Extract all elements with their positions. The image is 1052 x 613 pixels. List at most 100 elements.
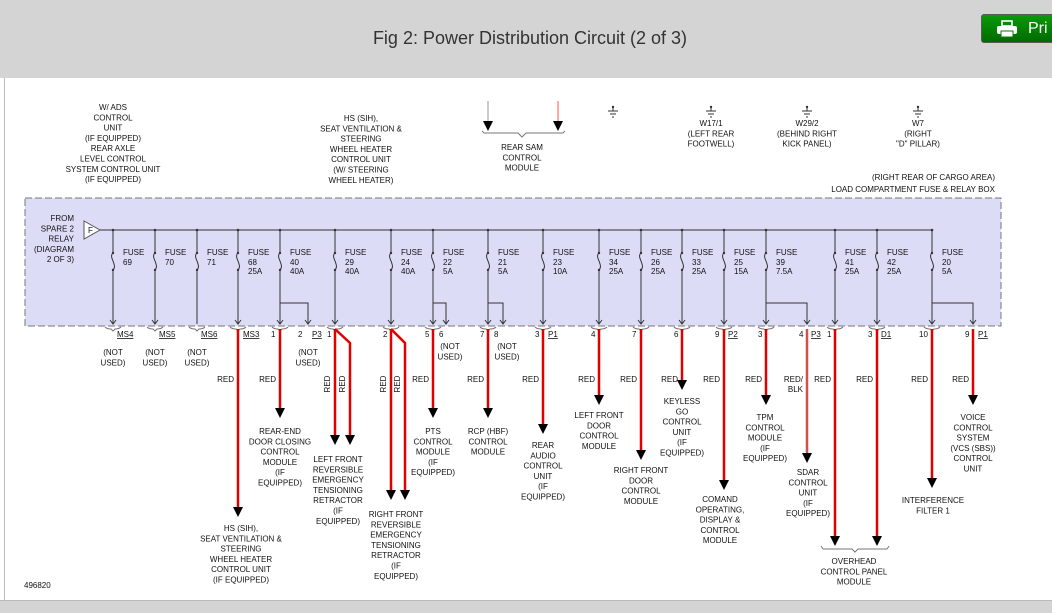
- arrow-icon: [553, 121, 563, 131]
- connector-pin-label: 4: [799, 330, 804, 339]
- top-component-label: HS (SIH),: [344, 114, 378, 123]
- top-component-label: WHEEL HEATER: [330, 145, 392, 154]
- wire-destination-label: RCP (HBF): [468, 427, 509, 436]
- wire-destination-label: HS (SIH),: [224, 524, 258, 533]
- wire-destination-label: STEERING: [221, 545, 262, 554]
- wire-destination-label: REAR: [532, 441, 554, 450]
- fuse-rating: 25A: [609, 267, 624, 276]
- rear-sam-label: CONTROL: [502, 153, 542, 162]
- rear-sam-label: REAR SAM: [501, 143, 543, 152]
- wire-color-label: RED: [393, 375, 402, 392]
- arrow-icon: [330, 435, 340, 445]
- fuse-number: 34: [609, 258, 618, 267]
- not-used-label: (NOT: [298, 348, 318, 357]
- connector-bracket: [820, 545, 890, 553]
- wire-destination-label: (IF: [428, 458, 438, 467]
- ground-label: (LEFT REAR: [688, 129, 735, 138]
- wire-destination-label: WHEEL HEATER: [210, 555, 272, 564]
- wire-color-label: RED: [814, 375, 831, 384]
- fuse-rating: 10A: [553, 267, 568, 276]
- fuse-label: FUSE: [248, 248, 269, 257]
- connector-pin-label: 3: [758, 330, 763, 339]
- fuse-terminal: [195, 251, 199, 255]
- not-used-label: USED): [438, 352, 463, 361]
- fuse-label: FUSE: [692, 248, 713, 257]
- fuse-label: FUSE: [553, 248, 574, 257]
- wire-destination-label: COMAND: [702, 495, 738, 504]
- fuse-number: 22: [443, 258, 452, 267]
- source-label: RELAY: [48, 235, 74, 244]
- fuse-number: 23: [553, 258, 562, 267]
- wire-destination-label: AUDIO: [530, 451, 555, 460]
- not-used-label: USED): [143, 358, 168, 367]
- wire-destination-label: CONTROL: [621, 487, 661, 496]
- not-used-label: (NOT: [103, 348, 123, 357]
- wire-destination-label: SYSTEM: [957, 434, 990, 443]
- fuse-terminal: [333, 251, 337, 255]
- fuse-label: FUSE: [498, 248, 519, 257]
- not-used-label: (NOT: [187, 348, 207, 357]
- wire-color-label: RED: [578, 375, 595, 384]
- wire-destination-label: INTERFERENCE: [902, 496, 964, 505]
- fuse-rating: 40A: [345, 267, 360, 276]
- fuse-rating: 40A: [401, 267, 416, 276]
- wire-destination-label: UNIT: [964, 465, 983, 474]
- wire-destination-label: EQUIPPED): [411, 468, 455, 477]
- fuse-rating: 25A: [845, 267, 860, 276]
- wire-destination-label: DISPLAY &: [700, 516, 741, 525]
- connector-pin-label: 1: [327, 330, 332, 339]
- wire-destination-label: EQUIPPED): [660, 449, 704, 458]
- connector-pin-label: 7: [480, 330, 485, 339]
- wire-destination-label: FILTER 1: [916, 506, 950, 515]
- arrow-icon: [275, 408, 285, 418]
- fuse-number: 24: [401, 258, 410, 267]
- wire-destination-label: GO: [676, 407, 688, 416]
- fuse-terminal: [680, 251, 684, 255]
- wire-destination-label: TENSIONING: [371, 541, 421, 550]
- wire-destination-label: RIGHT FRONT: [369, 510, 424, 519]
- top-component-label: SEAT VENTILATION &: [320, 124, 402, 133]
- wire-color-label: RED: [379, 375, 388, 392]
- arrow-icon: [802, 453, 812, 463]
- wire-color-label: RED: [412, 375, 429, 384]
- not-used-label: USED): [185, 358, 210, 367]
- connector-pin-label: P2: [728, 330, 738, 339]
- top-component-label: W/ ADS: [99, 103, 127, 112]
- wire-red: [390, 328, 407, 491]
- fuse-rating: 25A: [887, 267, 902, 276]
- fuse-number: 40: [290, 258, 299, 267]
- fuse-terminal: [930, 251, 934, 255]
- wire-destination-label: REVERSIBLE: [371, 520, 421, 529]
- fuse-label: FUSE: [290, 248, 311, 257]
- wire-color-label: RED/: [784, 375, 804, 384]
- wire-destination-label: CONTROL: [700, 526, 740, 535]
- wire-color-label: RED: [952, 375, 969, 384]
- connector-pin-label: 9: [715, 330, 720, 339]
- connector-pin-label: 3: [535, 330, 540, 339]
- connector-pin-label: 4: [591, 330, 596, 339]
- connector-pin-label: 10: [919, 330, 928, 339]
- fuse-rating: 25A: [651, 267, 666, 276]
- wire-destination-label: DOOR: [629, 476, 653, 485]
- top-component-label: CONTROL: [93, 113, 133, 122]
- arrow-icon: [400, 490, 410, 500]
- ground-label: (RIGHT: [904, 129, 932, 138]
- wire-color-label: BLK: [788, 385, 804, 394]
- wire-destination-label: UNIT: [799, 489, 818, 498]
- connector-pin-label: MS4: [117, 330, 134, 339]
- fuse-terminal: [875, 251, 879, 255]
- wire-destination-label: EMERGENCY: [312, 476, 364, 485]
- wire-destination-label: (IF: [803, 499, 813, 508]
- fuse-number: 68: [248, 258, 257, 267]
- top-component-label: CONTROL UNIT: [331, 155, 391, 164]
- fuse-number: 25: [734, 258, 743, 267]
- ground-label: W29/2: [795, 119, 819, 128]
- arrow-icon: [761, 395, 771, 405]
- wire-color-label: RED: [522, 375, 539, 384]
- connector-pin-label: P1: [548, 330, 558, 339]
- fuse-number: 29: [345, 258, 354, 267]
- fuse-terminal: [389, 251, 393, 255]
- arrow-icon: [345, 435, 355, 445]
- connector-pin-label: 6: [674, 330, 679, 339]
- wire-destination-label: MODULE: [703, 536, 737, 545]
